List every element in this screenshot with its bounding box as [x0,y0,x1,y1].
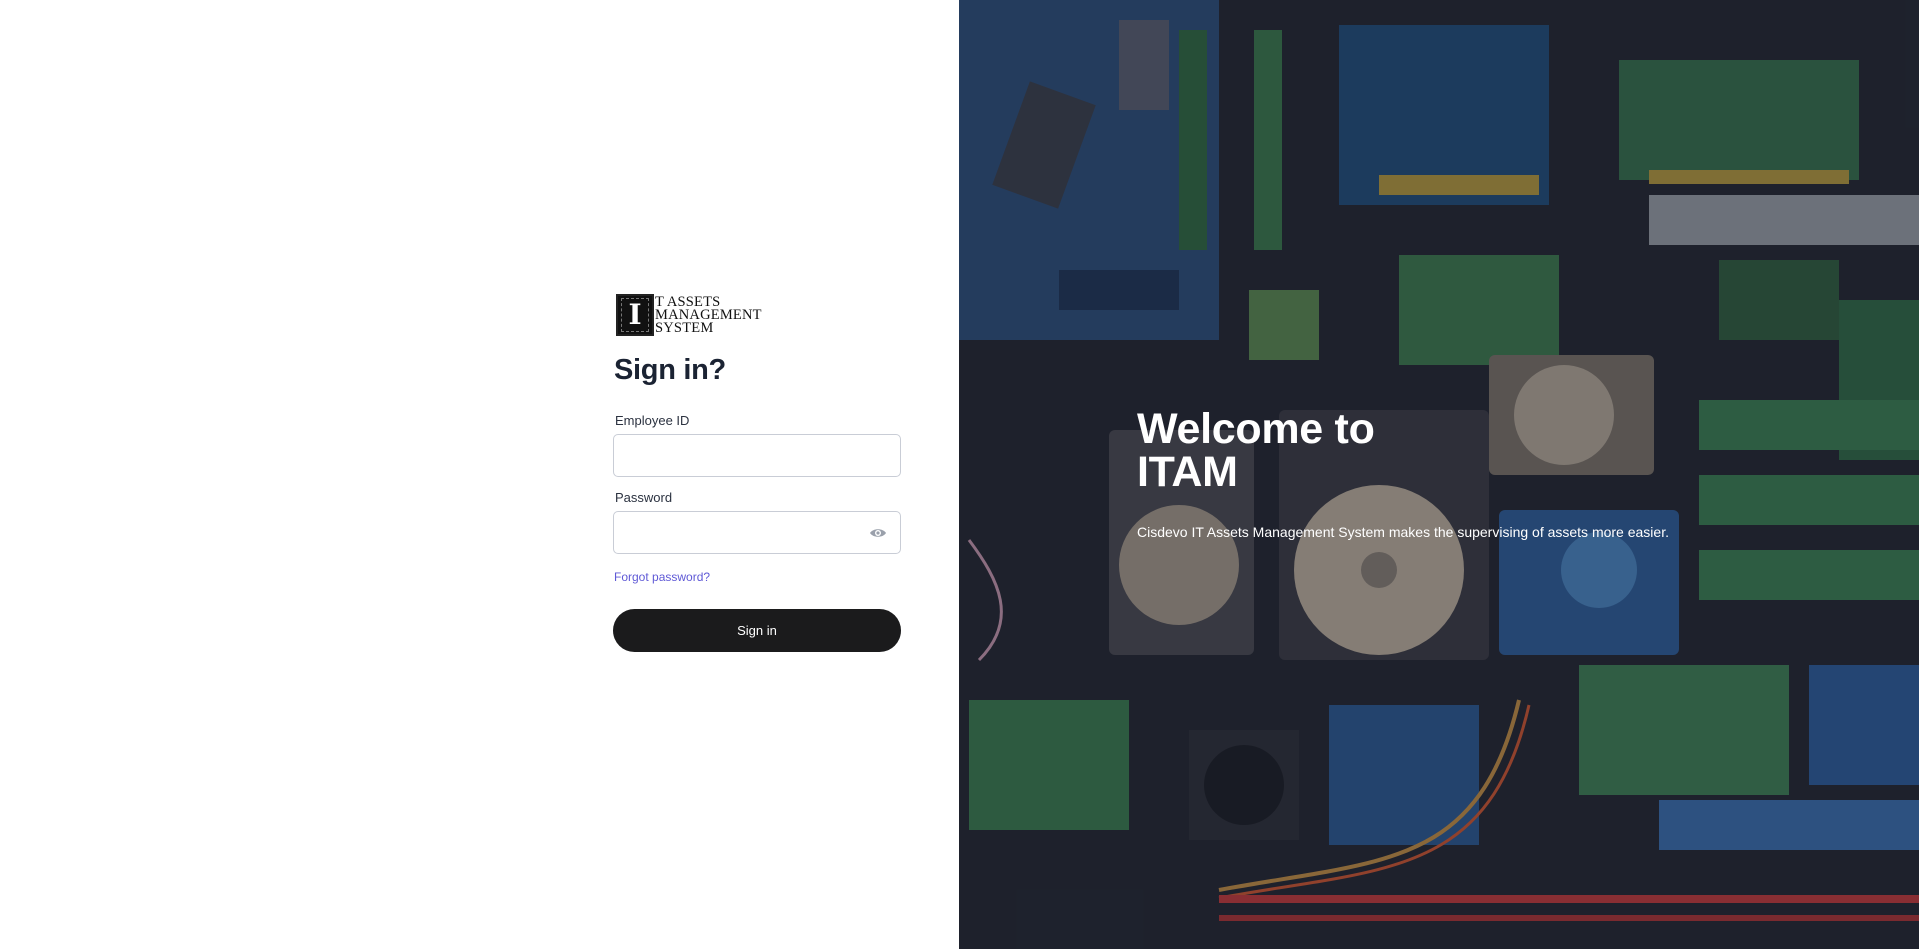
password-input[interactable] [614,512,900,553]
employee-id-field-box [613,434,901,477]
logo-line-3: SYSTEM [655,319,714,336]
password-field-box [613,511,901,554]
employee-id-label: Employee ID [615,413,690,428]
hero-panel: Welcome to ITAM Cisdevo IT Assets Manage… [959,0,1919,949]
logo-mark: I [616,294,654,336]
login-page: I T ASSETS MANAGEMENT SYSTEM Sign in? Em… [0,0,1919,949]
logo-letter: I [621,298,649,332]
hero-title-line-2: ITAM [1137,448,1238,496]
login-form: I T ASSETS MANAGEMENT SYSTEM Sign in? Em… [613,292,901,652]
logo-text: T ASSETS MANAGEMENT SYSTEM [655,294,762,336]
employee-id-input[interactable] [614,435,900,476]
hero-title-line-1: Welcome to [1137,405,1375,453]
forgot-password-link[interactable]: Forgot password? [614,570,710,584]
page-title: Sign in? [614,354,726,386]
app-logo: I T ASSETS MANAGEMENT SYSTEM [616,292,901,338]
password-label: Password [615,490,673,505]
hero-title: Welcome to ITAM [1137,408,1737,494]
eye-icon[interactable] [869,525,887,541]
hero-subtitle: Cisdevo IT Assets Management System make… [1137,524,1669,540]
login-panel: I T ASSETS MANAGEMENT SYSTEM Sign in? Em… [0,0,959,949]
hero-text: Welcome to ITAM Cisdevo IT Assets Manage… [1137,408,1737,541]
sign-in-button[interactable]: Sign in [613,609,901,652]
